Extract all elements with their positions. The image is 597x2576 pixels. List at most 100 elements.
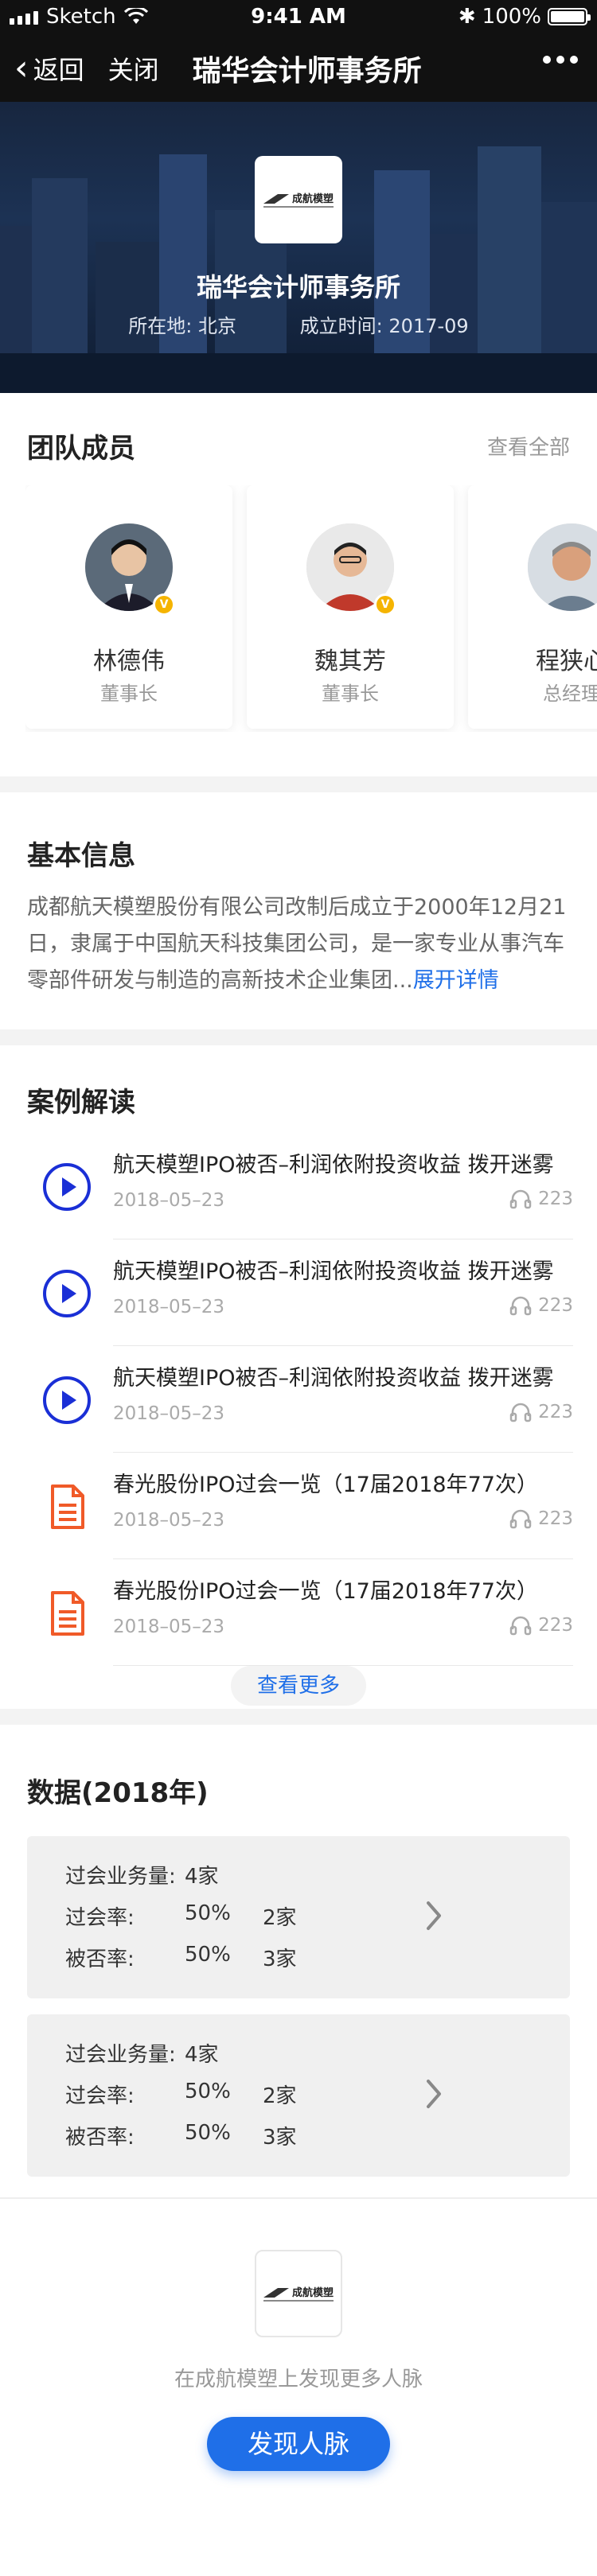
view-all-link[interactable]: 查看全部 — [487, 431, 570, 461]
data-row: 过会率: 50% 2家 — [65, 2080, 297, 2109]
team-title: 团队成员 — [27, 433, 135, 465]
company-logo: 成航模塑 — [255, 156, 342, 243]
app-logo-image: 成航模塑 — [263, 2286, 334, 2302]
case-title: 航天模塑IPO被否–利润依附投资收益 拨开迷雾 — [113, 1366, 554, 1391]
headphones-icon — [509, 1189, 532, 1209]
document-icon — [51, 1591, 84, 1636]
member-card[interactable]: V 林德伟 董事长 — [25, 485, 232, 729]
discover-contacts-button[interactable]: 发现人脉 — [207, 2417, 390, 2471]
founded-label: 成立时间: — [299, 315, 383, 337]
play-icon — [43, 1163, 91, 1211]
listen-count: 223 — [538, 1508, 573, 1529]
case-item[interactable]: 航天模塑IPO被否–利润依附投资收益 拨开迷雾 2018–05–23 223 — [0, 1239, 597, 1346]
case-item[interactable]: 春光股份IPO过会一览（17届2018年77次） 2018–05–23 223 — [0, 1453, 597, 1559]
svg-text:成航模塑: 成航模塑 — [292, 193, 334, 205]
team-section: 团队成员 查看全部 V 林德伟 董事长 V 魏其芳 董事长 程狭心 总经理 — [0, 393, 597, 776]
more-icon[interactable] — [543, 56, 578, 64]
data-percent: 50% — [185, 2121, 231, 2145]
company-logo-image: 成航模塑 — [263, 193, 334, 208]
listen-count: 223 — [538, 1615, 573, 1636]
data-card[interactable]: 过会业务量: 4家 过会率: 50% 2家 被否率: 50% 3家 — [27, 1836, 570, 1998]
battery-percent: 100% — [482, 5, 541, 29]
data-row: 过会业务量: 4家 — [65, 1860, 219, 1889]
status-bar: Sketch 9:41 AM ✱ 100% — [0, 0, 597, 35]
status-right: ✱ 100% — [458, 5, 591, 29]
case-date: 2018–05–23 — [113, 1510, 225, 1531]
case-date: 2018–05–23 — [113, 1190, 225, 1211]
case-listen-count: 223 — [509, 1508, 573, 1529]
data-percent: 50% — [185, 1901, 231, 1925]
data-value: 2家 — [263, 2084, 297, 2108]
case-title: 航天模塑IPO被否–利润依附投资收益 拨开迷雾 — [113, 1259, 554, 1284]
case-item[interactable]: 春光股份IPO过会一览（17届2018年77次） 2018–05–23 223 — [0, 1559, 597, 1666]
case-title: 春光股份IPO过会一览（17届2018年77次） — [113, 1579, 538, 1604]
data-value: 2家 — [263, 1906, 297, 1930]
basic-info-text: 成都航天模塑股份有限公司改制后成立于2000年12月21日，隶属于中国航天科技集… — [27, 889, 573, 999]
cases-title: 案例解读 — [27, 1087, 135, 1119]
close-button[interactable]: 关闭 — [108, 50, 159, 87]
verified-badge-icon: V — [153, 593, 175, 616]
member-role: 董事长 — [100, 683, 158, 705]
data-row: 过会率: 50% 2家 — [65, 1901, 297, 1931]
headphones-icon — [509, 1509, 532, 1529]
data-row: 过会业务量: 4家 — [65, 2038, 219, 2068]
top-bar: Sketch 9:41 AM ✱ 100% ‹ 返回 关闭 瑞华会计师事务所 — [0, 0, 597, 102]
chevron-right-icon — [427, 1901, 441, 1930]
member-card[interactable]: V 魏其芳 董事长 — [247, 485, 454, 729]
data-card[interactable]: 过会业务量: 4家 过会率: 50% 2家 被否率: 50% 3家 — [27, 2014, 570, 2177]
company-meta: 所在地: 北京 成立时间: 2017-09 — [0, 310, 597, 338]
member-name: 程狭心 — [536, 648, 597, 675]
location-value: 北京 — [198, 315, 237, 337]
data-percent: 50% — [185, 2080, 231, 2103]
data-value: 3家 — [263, 2126, 297, 2150]
expand-details-link[interactable]: 展开详情 — [413, 968, 499, 993]
chevron-left-icon: ‹ — [14, 48, 29, 88]
hero-banner: 成航模塑 瑞华会计师事务所 所在地: 北京 成立时间: 2017-09 — [0, 102, 597, 393]
member-name: 林德伟 — [93, 648, 165, 675]
data-row: 被否率: 50% 3家 — [65, 1943, 297, 1972]
battery-icon — [548, 8, 591, 25]
listen-count: 223 — [538, 1402, 573, 1422]
play-icon — [43, 1376, 91, 1424]
case-item[interactable]: 航天模塑IPO被否–利润依附投资收益 拨开迷雾 2018–05–23 223 — [0, 1133, 597, 1239]
case-date: 2018–05–23 — [113, 1297, 225, 1317]
verified-badge-icon: V — [374, 593, 396, 616]
case-listen-count: 223 — [509, 1295, 573, 1316]
case-listen-count: 223 — [509, 1189, 573, 1209]
cases-section: 案例解读 航天模塑IPO被否–利润依附投资收益 拨开迷雾 2018–05–23 … — [0, 1029, 597, 1709]
case-date: 2018–05–23 — [113, 1403, 225, 1424]
nav-title: 瑞华会计师事务所 — [192, 55, 422, 88]
document-icon — [51, 1485, 84, 1529]
member-card[interactable]: 程狭心 总经理 — [468, 485, 597, 729]
location-label: 所在地: — [128, 315, 193, 337]
data-label: 过会率: — [65, 1906, 135, 1930]
company-name: 瑞华会计师事务所 — [196, 272, 400, 302]
member-name: 魏其芳 — [314, 648, 386, 675]
svg-text:成航模塑: 成航模塑 — [292, 2286, 334, 2299]
data-row: 被否率: 50% 3家 — [65, 2121, 297, 2150]
founded-info: 成立时间: 2017-09 — [300, 315, 469, 337]
case-listen-count: 223 — [509, 1615, 573, 1636]
headphones-icon — [509, 1403, 532, 1422]
basic-info-title: 基本信息 — [27, 840, 135, 872]
avatar — [528, 523, 597, 611]
team-header: 团队成员 查看全部 — [27, 426, 570, 465]
founded-value: 2017-09 — [388, 315, 469, 337]
footer-section: 成航模塑 在成航模塑上发现更多人脉 发现人脉 — [0, 2199, 597, 2576]
back-label: 返回 — [33, 55, 84, 85]
view-more-button[interactable]: 查看更多 — [231, 1666, 366, 1706]
team-carousel[interactable]: V 林德伟 董事长 V 魏其芳 董事长 程狭心 总经理 — [25, 485, 597, 732]
app-logo: 成航模塑 — [255, 2250, 342, 2337]
location-info: 所在地: 北京 — [128, 315, 236, 337]
case-item[interactable]: 航天模塑IPO被否–利润依附投资收益 拨开迷雾 2018–05–23 223 — [0, 1346, 597, 1453]
case-date: 2018–05–23 — [113, 1617, 225, 1637]
member-role: 总经理 — [543, 683, 597, 705]
data-value: 3家 — [263, 1948, 297, 1971]
headphones-icon — [509, 1296, 532, 1316]
back-button[interactable]: ‹ 返回 — [14, 50, 84, 87]
case-listen-count: 223 — [509, 1402, 573, 1422]
data-label: 过会率: — [65, 2084, 135, 2108]
play-icon — [43, 1270, 91, 1317]
chevron-right-icon — [427, 2080, 441, 2108]
listen-count: 223 — [538, 1189, 573, 1209]
